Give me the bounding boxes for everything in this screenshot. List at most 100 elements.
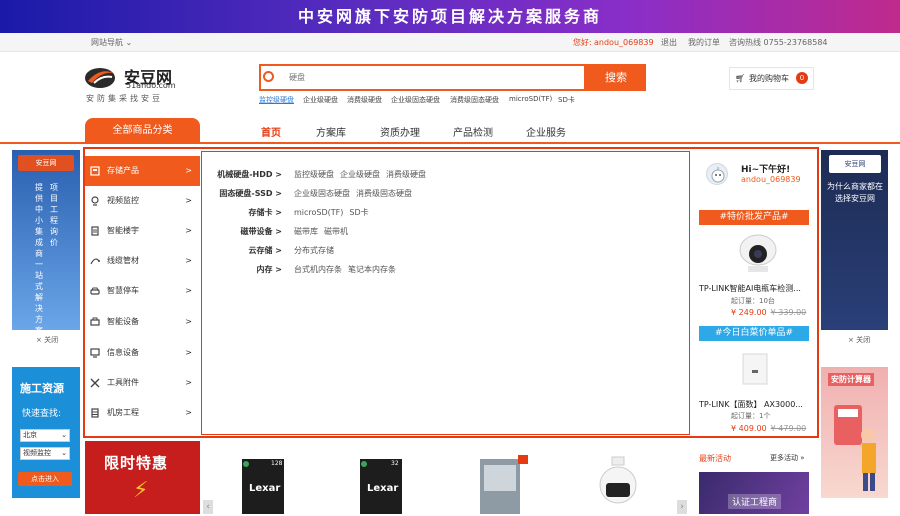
- subcategory-link[interactable]: 分布式存储: [294, 246, 334, 255]
- product-name[interactable]: TP-LINK智能AI电瓶车检测...: [699, 283, 801, 294]
- hot-keyword-link[interactable]: 企业级硬盘: [303, 95, 338, 105]
- product-card-lexar-128[interactable]: 128 Lexar: [238, 455, 288, 514]
- hot-keyword-link[interactable]: SD卡: [558, 95, 575, 105]
- category-label: 智慧停车: [107, 286, 139, 295]
- search-input[interactable]: [287, 66, 577, 88]
- subcategory-title[interactable]: 磁带设备 >: [202, 226, 283, 237]
- category-item-parking[interactable]: 智慧停车 >: [85, 276, 200, 306]
- category-item-storage[interactable]: 存储产品 >: [85, 156, 200, 186]
- chevron-right-icon: >: [185, 196, 192, 205]
- avatar[interactable]: [706, 163, 728, 185]
- subcategory-link[interactable]: 磁带机: [324, 227, 348, 236]
- ad-close-button[interactable]: × 关闭: [36, 335, 58, 345]
- product-card-lexar-32[interactable]: 32 Lexar: [356, 455, 406, 514]
- all-categories-button[interactable]: 全部商品分类: [85, 118, 200, 144]
- subcategory-link[interactable]: 台式机内存条: [294, 265, 342, 274]
- building-icon: [91, 226, 99, 236]
- category-label: 工具附件: [107, 378, 139, 387]
- logout-link[interactable]: 退出: [661, 33, 677, 52]
- top-utility-bar: 网站导航 ⌄ 您好: andou_069839 退出 我的订单 咨询热线 075…: [0, 33, 900, 52]
- category-item-building[interactable]: 智能楼宇 >: [85, 216, 200, 246]
- top-banner[interactable]: 中安网旗下安防项目解决方案服务商: [0, 0, 900, 33]
- logo-slogan: 安防集采找安豆: [86, 94, 163, 103]
- city-select[interactable]: 北京 ⌄: [20, 429, 70, 442]
- chevron-right-icon: >: [185, 166, 192, 175]
- subcategory-link[interactable]: 监控级硬盘: [294, 170, 334, 179]
- site-nav-link[interactable]: 网站导航 ⌄: [91, 33, 132, 52]
- subcategory-title[interactable]: 固态硬盘-SSD >: [202, 188, 282, 199]
- ad-text: 为什么商家都在选择安豆网: [827, 182, 883, 203]
- side-ad-right[interactable]: [821, 150, 888, 330]
- carousel-prev-button[interactable]: ‹: [203, 500, 213, 514]
- subcategory-link[interactable]: 消费级固态硬盘: [356, 189, 412, 198]
- subcategory-link[interactable]: 企业级固态硬盘: [294, 189, 350, 198]
- logo-icon[interactable]: [84, 65, 118, 89]
- robot-avatar-icon: [711, 167, 725, 183]
- subcategory-title[interactable]: 云存储 >: [202, 245, 283, 256]
- ptz-camera-image[interactable]: [596, 455, 640, 514]
- nav-item-home[interactable]: 首页: [261, 124, 281, 139]
- subcategory-title[interactable]: 存储卡 >: [202, 207, 283, 218]
- ad-text: 项目工程询价: [50, 183, 58, 247]
- hot-keyword-link[interactable]: 消费级硬盘: [347, 95, 382, 105]
- subcategory-link[interactable]: 消费级硬盘: [386, 170, 426, 179]
- category-item-smart-device[interactable]: 智能设备 >: [85, 307, 200, 337]
- chevron-right-icon: >: [185, 317, 192, 326]
- category-item-cable[interactable]: 线缆管材 >: [85, 246, 200, 276]
- chevron-right-icon: >: [185, 226, 192, 235]
- subcategory-title[interactable]: 机械硬盘-HDD >: [202, 169, 282, 180]
- ad-logo: 安豆网: [829, 155, 881, 173]
- subcategory-link[interactable]: 笔记本内存条: [348, 265, 396, 274]
- resource-enter-button[interactable]: 点击进入: [18, 472, 72, 486]
- category-label: 信息设备: [107, 348, 139, 357]
- chevron-right-icon: >: [185, 408, 192, 417]
- search-icon: [263, 71, 274, 82]
- category-item-tools[interactable]: 工具附件 >: [85, 368, 200, 398]
- product-name[interactable]: TP-LINK【面数】 AX3000...: [699, 399, 803, 410]
- hard-drive-image[interactable]: [476, 455, 528, 514]
- user-name-link[interactable]: andou_069839: [741, 175, 801, 184]
- card-capacity: 128: [271, 460, 283, 467]
- nav-item-testing[interactable]: 产品检测: [453, 124, 493, 139]
- category-item-video[interactable]: 视频监控 >: [85, 186, 200, 216]
- category-item-server-room[interactable]: 机房工程 >: [85, 398, 200, 428]
- chevron-right-icon: >: [185, 256, 192, 265]
- ad-close-button[interactable]: × 关闭: [848, 335, 870, 345]
- subcategory-link[interactable]: 企业级硬盘: [340, 170, 380, 179]
- promo-title-daily[interactable]: #今日白菜价单品#: [699, 326, 809, 341]
- news-banner-text: 认证工程商: [728, 494, 782, 509]
- product-image-wall-ap[interactable]: [741, 352, 769, 386]
- my-orders-link[interactable]: 我的订单: [688, 33, 720, 52]
- chevron-down-icon: ⌄: [61, 449, 67, 457]
- search-button[interactable]: 搜索: [586, 64, 646, 91]
- resource-title: 施工资源: [20, 382, 64, 395]
- news-more-link[interactable]: 更多活动 »: [770, 453, 805, 463]
- hot-keyword-link[interactable]: 企业级固态硬盘: [391, 95, 440, 105]
- side-ad-left[interactable]: [12, 150, 80, 330]
- category-select[interactable]: 视频监控 ⌄: [20, 447, 70, 460]
- category-item-info-device[interactable]: 信息设备 >: [85, 338, 200, 368]
- hot-keyword-link[interactable]: microSD(TF): [509, 95, 552, 103]
- hot-keyword-link[interactable]: 监控级硬盘: [259, 95, 294, 105]
- cable-icon: [90, 258, 100, 265]
- hot-keyword-link[interactable]: 消费级固态硬盘: [450, 95, 499, 105]
- product-price: ¥ 249.00 ¥ 339.00: [731, 308, 807, 317]
- nav-item-qualification[interactable]: 资质办理: [380, 124, 420, 139]
- subcategory-link[interactable]: microSD(TF): [294, 208, 343, 217]
- carousel-next-button[interactable]: ›: [677, 500, 687, 514]
- nav-item-enterprise[interactable]: 企业服务: [526, 124, 566, 139]
- chevron-right-icon: >: [185, 286, 192, 295]
- username-link[interactable]: andou_069839: [594, 33, 654, 52]
- news-title: 最新活动: [699, 454, 731, 463]
- nav-item-solutions[interactable]: 方案库: [316, 124, 346, 139]
- car-icon: [90, 287, 100, 295]
- promo-title-special[interactable]: #特价批发产品#: [699, 210, 809, 225]
- chevron-right-icon: >: [185, 378, 192, 387]
- server-icon: [91, 408, 99, 418]
- tools-icon: [90, 378, 100, 388]
- subcategory-title[interactable]: 内存 >: [202, 264, 283, 275]
- category-label: 线缆管材: [107, 256, 139, 265]
- subcategory-link[interactable]: 磁带库: [294, 227, 318, 236]
- subcategory-link[interactable]: SD卡: [349, 208, 368, 217]
- product-image-camera[interactable]: [733, 232, 783, 276]
